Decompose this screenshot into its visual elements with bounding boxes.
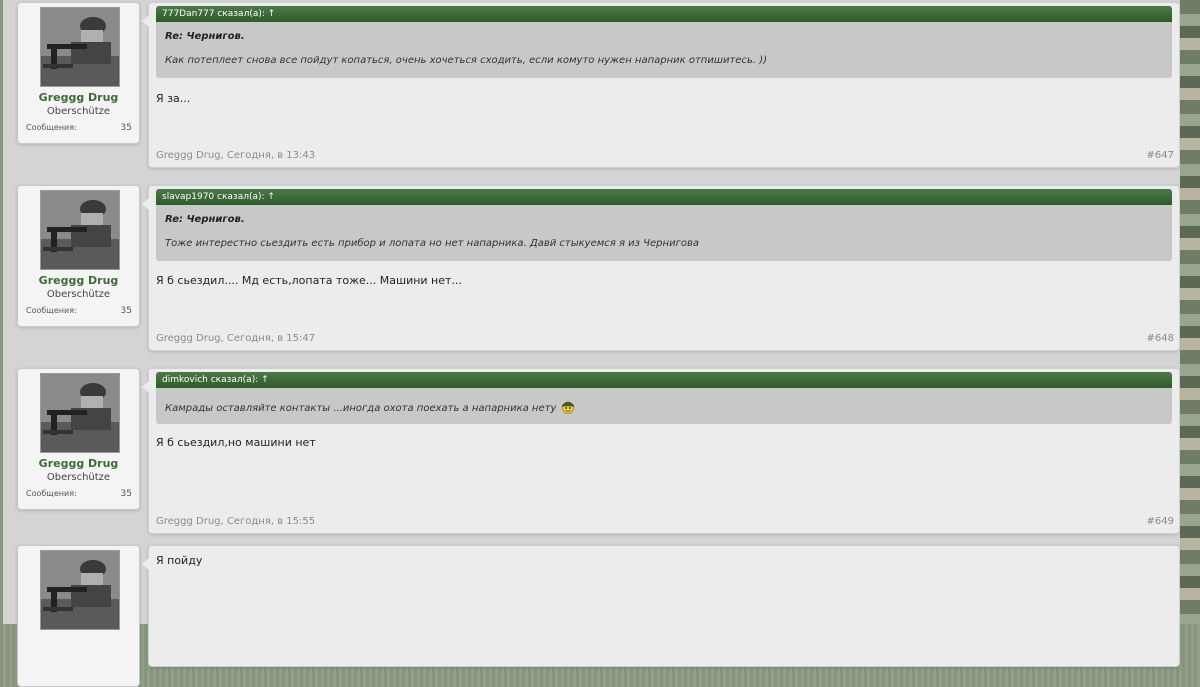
message-bubble: slavap1970 сказал(а): ↑ Re: Чернигов. То… (142, 185, 1180, 351)
messages-count: 35 (120, 123, 132, 133)
background-pattern (1180, 0, 1200, 624)
message-bubble: 777Dan777 сказал(а): ↑ Re: Чернигов. Как… (142, 2, 1180, 168)
messages-label: Сообщения: (26, 123, 77, 132)
user-rank: Oberschütze (46, 289, 111, 300)
helmet-smiley-icon (560, 398, 576, 414)
quote-attribution[interactable]: slavap1970 сказал(а): ↑ (156, 189, 1172, 205)
post-meta[interactable]: Greggg Drug, Сегодня, в 15:55 (156, 516, 315, 527)
message-bubble: Я пойду (142, 545, 1180, 667)
message-text: Я за... (156, 92, 191, 105)
quote-block: dimkovich сказал(а): ↑ Камрады оставляйт… (156, 372, 1172, 424)
message-text: Я б сьездил,но машини нет (156, 436, 316, 449)
avatar[interactable] (40, 190, 120, 270)
post-meta[interactable]: Greggg Drug, Сегодня, в 13:43 (156, 150, 315, 161)
quote-text: Камрады оставляйте контакты ...иногда ох… (165, 398, 1172, 414)
quote-attribution[interactable]: 777Dan777 сказал(а): ↑ (156, 6, 1172, 22)
user-rank: Oberschütze (46, 106, 111, 117)
avatar[interactable] (40, 7, 120, 87)
message-text: Я пойду (156, 554, 203, 567)
avatar[interactable] (40, 373, 120, 453)
quote-text-content: Камрады оставляйте контакты ...иногда ох… (165, 403, 557, 414)
quote-text: Как потеплеет снова все пойдут копаться,… (165, 55, 768, 66)
post-number[interactable]: #649 (1147, 516, 1174, 527)
post-number[interactable]: #648 (1147, 333, 1174, 344)
post-meta[interactable]: Greggg Drug, Сегодня, в 15:47 (156, 333, 315, 344)
username[interactable]: Greggg Drug (18, 91, 139, 104)
messages-count: 35 (120, 489, 132, 499)
quote-title: Re: Чернигов. (165, 214, 245, 225)
message-bubble: dimkovich сказал(а): ↑ Камрады оставляйт… (142, 368, 1180, 534)
avatar[interactable] (40, 550, 120, 630)
message-text: Я б сьездил.... Мд есть,лопата тоже... М… (156, 274, 462, 287)
user-card: Greggg Drug Oberschütze Сообщения: 35 (17, 185, 140, 327)
quote-block: slavap1970 сказал(а): ↑ Re: Чернигов. То… (156, 189, 1172, 261)
username[interactable]: Greggg Drug (18, 274, 139, 287)
quote-block: 777Dan777 сказал(а): ↑ Re: Чернигов. Как… (156, 6, 1172, 78)
quote-text: Тоже интерестно сьездить есть прибор и л… (165, 238, 699, 249)
user-rank: Oberschütze (46, 472, 111, 483)
quote-attribution[interactable]: dimkovich сказал(а): ↑ (156, 372, 1172, 388)
post-number[interactable]: #647 (1147, 150, 1174, 161)
thread-page: Greggg Drug Oberschütze Сообщения: 35 77… (3, 0, 1180, 687)
user-card: Greggg Drug Oberschütze Сообщения: 35 (17, 368, 140, 510)
messages-label: Сообщения: (26, 306, 77, 315)
messages-label: Сообщения: (26, 489, 77, 498)
username[interactable]: Greggg Drug (18, 457, 139, 470)
quote-title: Re: Чернигов. (165, 31, 245, 42)
messages-count: 35 (120, 306, 132, 316)
user-card (17, 545, 140, 687)
user-card: Greggg Drug Oberschütze Сообщения: 35 (17, 2, 140, 144)
